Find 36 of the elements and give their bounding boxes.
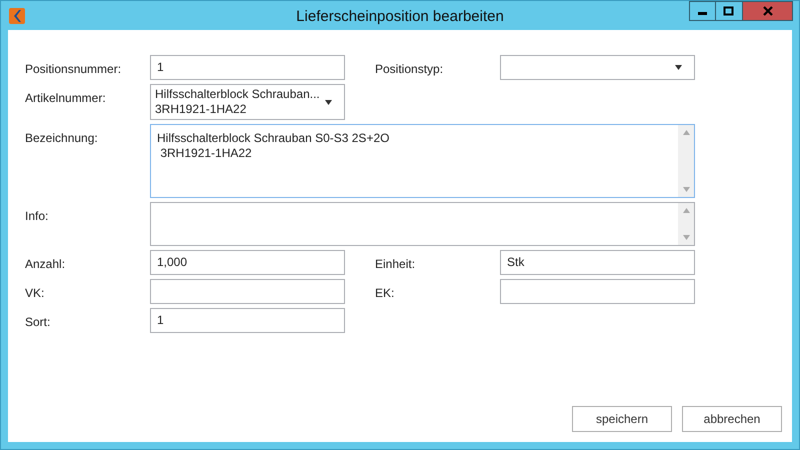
scroll-down-icon [682, 187, 690, 192]
dialog-button[interactable]: speichern [572, 406, 672, 432]
scroll-down-icon [682, 235, 690, 240]
minimize-button[interactable] [689, 1, 716, 21]
text-area[interactable] [150, 202, 695, 246]
dialog-button[interactable]: abbrechen [682, 406, 782, 432]
scroll-up-icon [682, 130, 690, 135]
app-logo-icon [9, 8, 25, 24]
caret-icon [675, 65, 682, 70]
text-field[interactable] [150, 279, 345, 304]
field-label: Bezeichnung: [25, 130, 99, 145]
window-title: Lieferscheinposition bearbeiten [296, 8, 504, 25]
text-field[interactable]: Stk [500, 250, 695, 275]
dropdown[interactable] [500, 55, 695, 80]
field-label: Positionstyp: [375, 61, 444, 76]
field-label: Artikelnummer: [25, 90, 107, 105]
close-button[interactable] [743, 1, 793, 21]
scrollbar[interactable] [678, 125, 694, 197]
caret-icon [325, 100, 332, 104]
field-label: Info: [25, 208, 50, 223]
text-field[interactable]: 1 [150, 55, 345, 80]
dropdown[interactable]: Hilfsschalterblock Schrauban... 3RH1921-1HA22 [150, 84, 345, 120]
maximize-icon [723, 6, 735, 16]
field-label: Sort: [25, 314, 52, 329]
scrollbar[interactable] [678, 203, 694, 245]
field-label: VK: [25, 285, 46, 300]
field-label: Positionsnummer: [25, 61, 122, 76]
text-field[interactable] [500, 279, 695, 304]
scroll-up-icon [682, 208, 690, 213]
close-icon [762, 6, 774, 16]
text-field[interactable]: 1,000 [150, 250, 345, 275]
field-label: Anzahl: [25, 256, 66, 271]
field-label: Einheit: [375, 256, 416, 271]
text-field[interactable]: 1 [150, 308, 345, 333]
text-area[interactable]: Hilfsschalterblock Schrauban S0-S3 2S+2O 3RH1921-1HA22 [150, 124, 695, 198]
field-label: EK: [375, 285, 396, 300]
